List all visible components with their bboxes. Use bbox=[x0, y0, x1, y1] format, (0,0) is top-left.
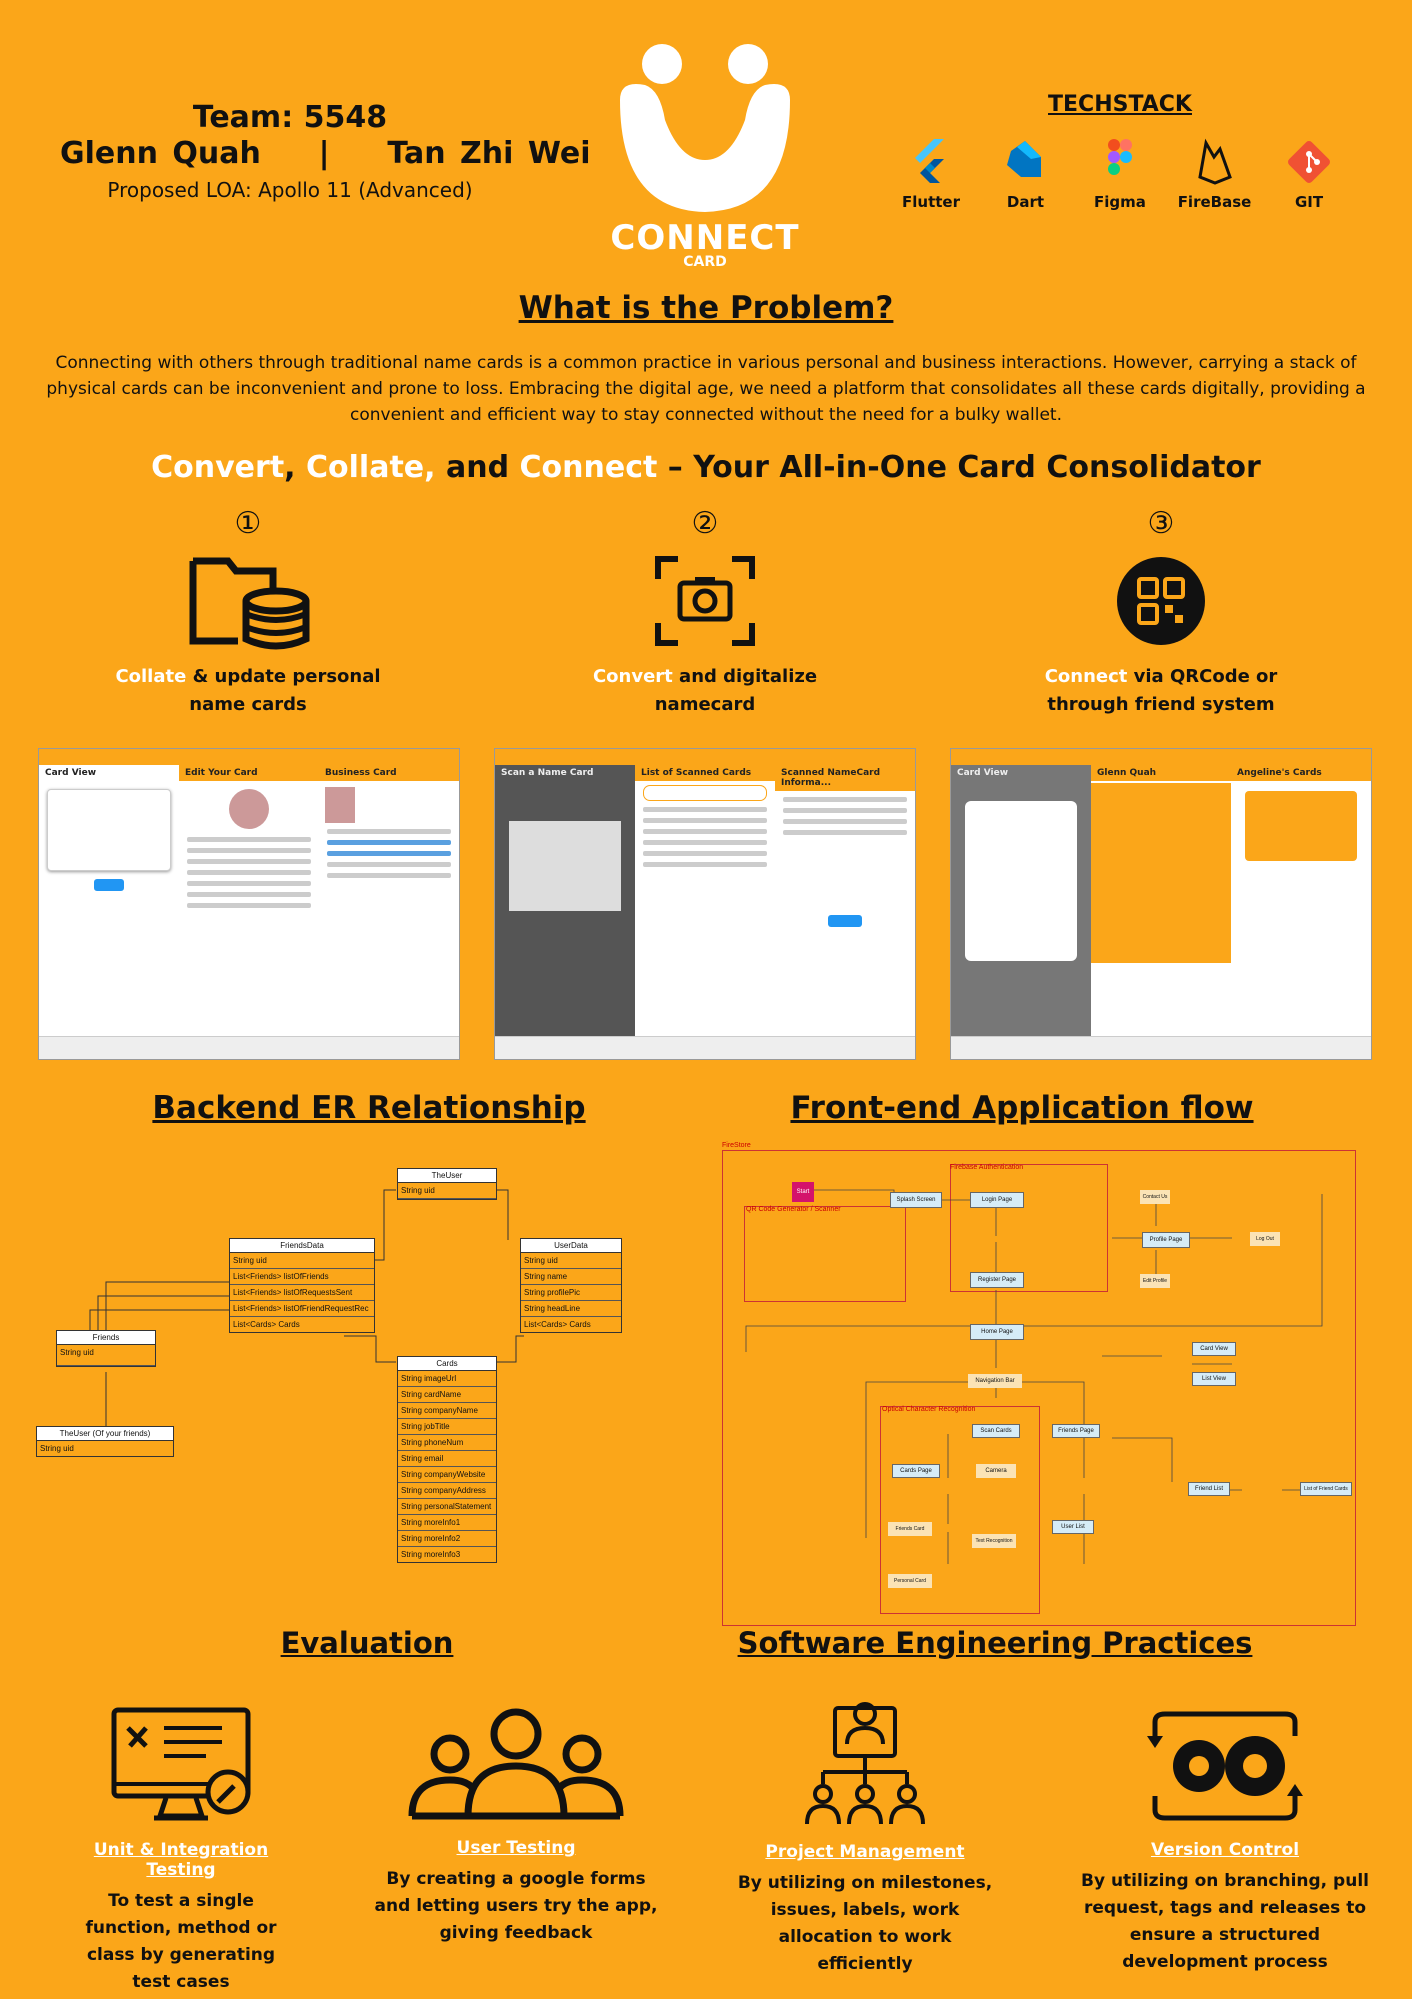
phone-edit-card: Edit Your Card bbox=[179, 749, 320, 1059]
phone-qr: Card View bbox=[951, 749, 1092, 1059]
phone-angeline-cards: Angeline's Cards bbox=[1231, 749, 1371, 1059]
phone-scanned-info: Scanned NameCard Informa... bbox=[775, 749, 915, 1059]
tech-git: GIT bbox=[1266, 137, 1352, 211]
flow-connectors bbox=[745, 1189, 1323, 1564]
logo-mark-icon bbox=[620, 44, 790, 212]
flutter-icon bbox=[915, 139, 944, 183]
phone-card-view: Card View bbox=[39, 749, 180, 1059]
team-members: Glenn Quah | Tan Zhi Wei bbox=[60, 136, 591, 171]
feature-collate: ① Collate & update personal name cards bbox=[115, 506, 381, 715]
users-group-icon bbox=[408, 1708, 624, 1820]
screenshot-collate: Card View Edit Your Card Business Card bbox=[38, 748, 460, 1060]
entity-friendsdata: FriendsData String uid List<Friends> lis… bbox=[229, 1238, 375, 1333]
flow-diagram: FireStore Firebase Authentication QR Cod… bbox=[722, 1138, 1362, 1626]
evaluation-title: Evaluation bbox=[280, 1626, 454, 1660]
connect-card-logo: CONNECT CARD bbox=[600, 40, 810, 270]
dart-icon bbox=[1006, 141, 1041, 177]
screenshot-connect: Card View Glenn Quah Angeline's Cards bbox=[950, 748, 1372, 1060]
entity-theuser-friends: TheUser (Of your friends) String uid bbox=[36, 1426, 174, 1457]
phone-scan: Scan a Name Card bbox=[495, 749, 636, 1059]
feature-convert: ② Convert and digitalize namecard bbox=[592, 506, 818, 715]
camera-scan-icon bbox=[655, 556, 755, 646]
git-icon bbox=[1288, 141, 1330, 183]
practice-version-control: Version Control By utilizing on branchin… bbox=[1080, 1706, 1370, 1976]
er-title: Backend ER Relationship bbox=[152, 1090, 586, 1126]
entity-friends: Friends String uid bbox=[56, 1330, 156, 1367]
tagline: Convert, Collate, and Connect – Your All… bbox=[151, 450, 1261, 485]
practice-testing: Unit & Integration Testing To test a sin… bbox=[66, 1706, 296, 1996]
phone-friends: Glenn Quah bbox=[1091, 749, 1232, 1059]
er-diagram: TheUser String uid FriendsData String ui… bbox=[36, 1160, 676, 1580]
team-block: Team: 5548 Glenn Quah | Tan Zhi Wei Prop… bbox=[60, 100, 591, 202]
logo-subword: CARD bbox=[683, 254, 727, 270]
flow-title: Front-end Application flow bbox=[790, 1090, 1254, 1126]
monitor-tools-icon bbox=[111, 1707, 251, 1821]
sep-title: Software Engineering Practices bbox=[737, 1626, 1253, 1660]
team-number: Team: 5548 bbox=[192, 100, 388, 135]
figma-icon bbox=[1108, 139, 1132, 175]
screenshot-convert: Scan a Name Card List of Scanned Cards S… bbox=[494, 748, 916, 1060]
logo-wordmark: CONNECT bbox=[610, 218, 800, 258]
phone-business-card: Business Card bbox=[319, 749, 459, 1059]
qr-code-icon bbox=[1117, 557, 1205, 645]
practice-project-management: Project Management By utilizing on miles… bbox=[730, 1700, 1000, 1978]
techstack-title: TECHSTACK bbox=[1048, 92, 1192, 117]
feature-connect: ③ Connect via QRCode or through friend s… bbox=[1044, 506, 1278, 715]
phone-scanned-list: List of Scanned Cards bbox=[635, 749, 776, 1059]
entity-userdata: UserData String uid String name String p… bbox=[520, 1238, 622, 1333]
tech-firebase: FireBase bbox=[1172, 137, 1258, 211]
techstack: TECHSTACK Flutter Dart Figma FireBase GI… bbox=[880, 92, 1360, 211]
er-connectors bbox=[89, 1189, 524, 1426]
folder-database-icon bbox=[189, 557, 310, 650]
practice-user-testing: User Testing By creating a google forms … bbox=[366, 1706, 666, 1947]
entity-theuser: TheUser String uid bbox=[397, 1168, 497, 1200]
problem-title: What is the Problem? bbox=[518, 290, 894, 326]
tech-dart: Dart bbox=[983, 137, 1069, 211]
team-hierarchy-icon bbox=[805, 1702, 925, 1825]
tech-figma: Figma bbox=[1077, 137, 1163, 211]
problem-text: Connecting with others through tradition… bbox=[46, 353, 1366, 425]
entity-cards: Cards String imageUrl String cardName St… bbox=[397, 1356, 497, 1563]
flow-node-start: Start bbox=[792, 1182, 814, 1202]
firebase-icon bbox=[1197, 138, 1232, 185]
gears-cycle-icon bbox=[1147, 1711, 1303, 1821]
tech-flutter: Flutter bbox=[888, 137, 974, 211]
proposed-loa: Proposed LOA: Apollo 11 (Advanced) bbox=[107, 178, 473, 202]
